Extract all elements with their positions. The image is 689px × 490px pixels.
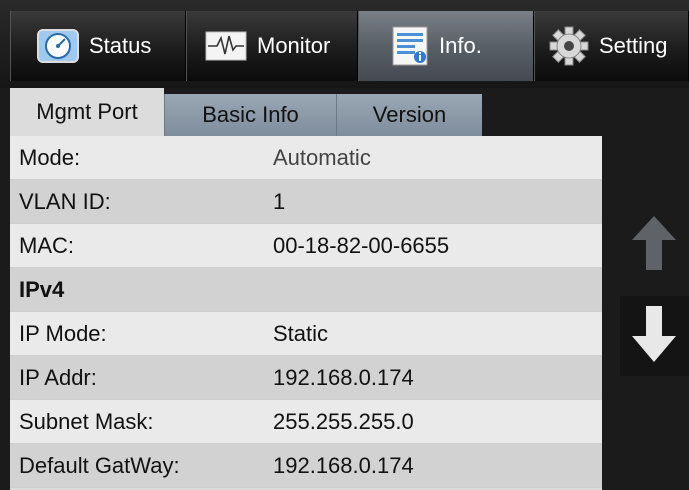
top-toolbar: Status Monitor Info. Setting bbox=[0, 0, 689, 88]
row-ip-mode: IP Mode: Static bbox=[10, 312, 602, 356]
mode-value: Automatic bbox=[273, 144, 371, 170]
subtab-version[interactable]: Version bbox=[336, 94, 482, 136]
scroll-up-button[interactable] bbox=[620, 200, 689, 280]
tab-info-label: Info. bbox=[439, 33, 482, 58]
default-gateway-label: Default GatWay: bbox=[19, 452, 180, 478]
ip-mode-label: IP Mode: bbox=[19, 320, 107, 346]
tab-monitor-label: Monitor bbox=[257, 33, 331, 58]
vlan-id-label: VLAN ID: bbox=[19, 188, 111, 214]
tab-status-label: Status bbox=[89, 33, 152, 58]
subtab-mgmt-port[interactable]: Mgmt Port bbox=[10, 88, 164, 136]
subtab-basic-info-label: Basic Info bbox=[202, 102, 299, 127]
subtab-version-label: Version bbox=[372, 102, 447, 127]
subnet-mask-label: Subnet Mask: bbox=[19, 408, 154, 434]
subtab-bar: Mgmt Port Basic Info Version bbox=[10, 88, 602, 136]
default-gateway-value: 192.168.0.174 bbox=[273, 452, 414, 478]
subnet-mask-value: 255.255.255.0 bbox=[273, 408, 414, 434]
ip-addr-value: 192.168.0.174 bbox=[273, 364, 414, 390]
tab-status[interactable]: Status bbox=[10, 11, 186, 81]
scroll-controls bbox=[620, 200, 689, 378]
arrow-up-icon bbox=[632, 216, 676, 270]
row-mac: MAC: 00-18-82-00-6655 bbox=[10, 224, 602, 268]
row-mode: Mode: Automatic bbox=[10, 136, 602, 180]
row-default-gateway: Default GatWay: 192.168.0.174 bbox=[10, 444, 602, 488]
gear-icon bbox=[549, 26, 589, 66]
info-table: Mode: Automatic VLAN ID: 1 MAC: 00-18-82… bbox=[10, 136, 602, 488]
tab-setting-label: Setting bbox=[599, 33, 668, 58]
row-subnet-mask: Subnet Mask: 255.255.255.0 bbox=[10, 400, 602, 444]
tab-info[interactable]: Info. bbox=[358, 11, 534, 81]
subtab-mgmt-port-label: Mgmt Port bbox=[36, 99, 138, 124]
gauge-icon bbox=[37, 29, 79, 63]
row-ipv4-heading: IPv4 bbox=[10, 268, 602, 312]
tab-monitor[interactable]: Monitor bbox=[186, 11, 358, 81]
mode-label: Mode: bbox=[19, 144, 81, 170]
scroll-down-button[interactable] bbox=[620, 296, 689, 376]
ipv4-heading: IPv4 bbox=[19, 276, 65, 302]
document-info-icon bbox=[392, 26, 428, 66]
ip-addr-label: IP Addr: bbox=[19, 364, 97, 390]
ip-mode-value: Static bbox=[273, 320, 329, 346]
mac-label: MAC: bbox=[19, 232, 74, 258]
row-ip-addr: IP Addr: 192.168.0.174 bbox=[10, 356, 602, 400]
arrow-down-icon bbox=[632, 306, 676, 362]
subtab-basic-info[interactable]: Basic Info bbox=[164, 94, 336, 136]
tab-setting[interactable]: Setting bbox=[534, 11, 689, 81]
info-panel: Mgmt Port Basic Info Version Mode: Autom… bbox=[10, 88, 602, 490]
mac-value: 00-18-82-00-6655 bbox=[273, 232, 450, 258]
vlan-id-value: 1 bbox=[273, 188, 286, 214]
waveform-icon bbox=[205, 31, 247, 61]
row-vlan-id: VLAN ID: 1 bbox=[10, 180, 602, 224]
